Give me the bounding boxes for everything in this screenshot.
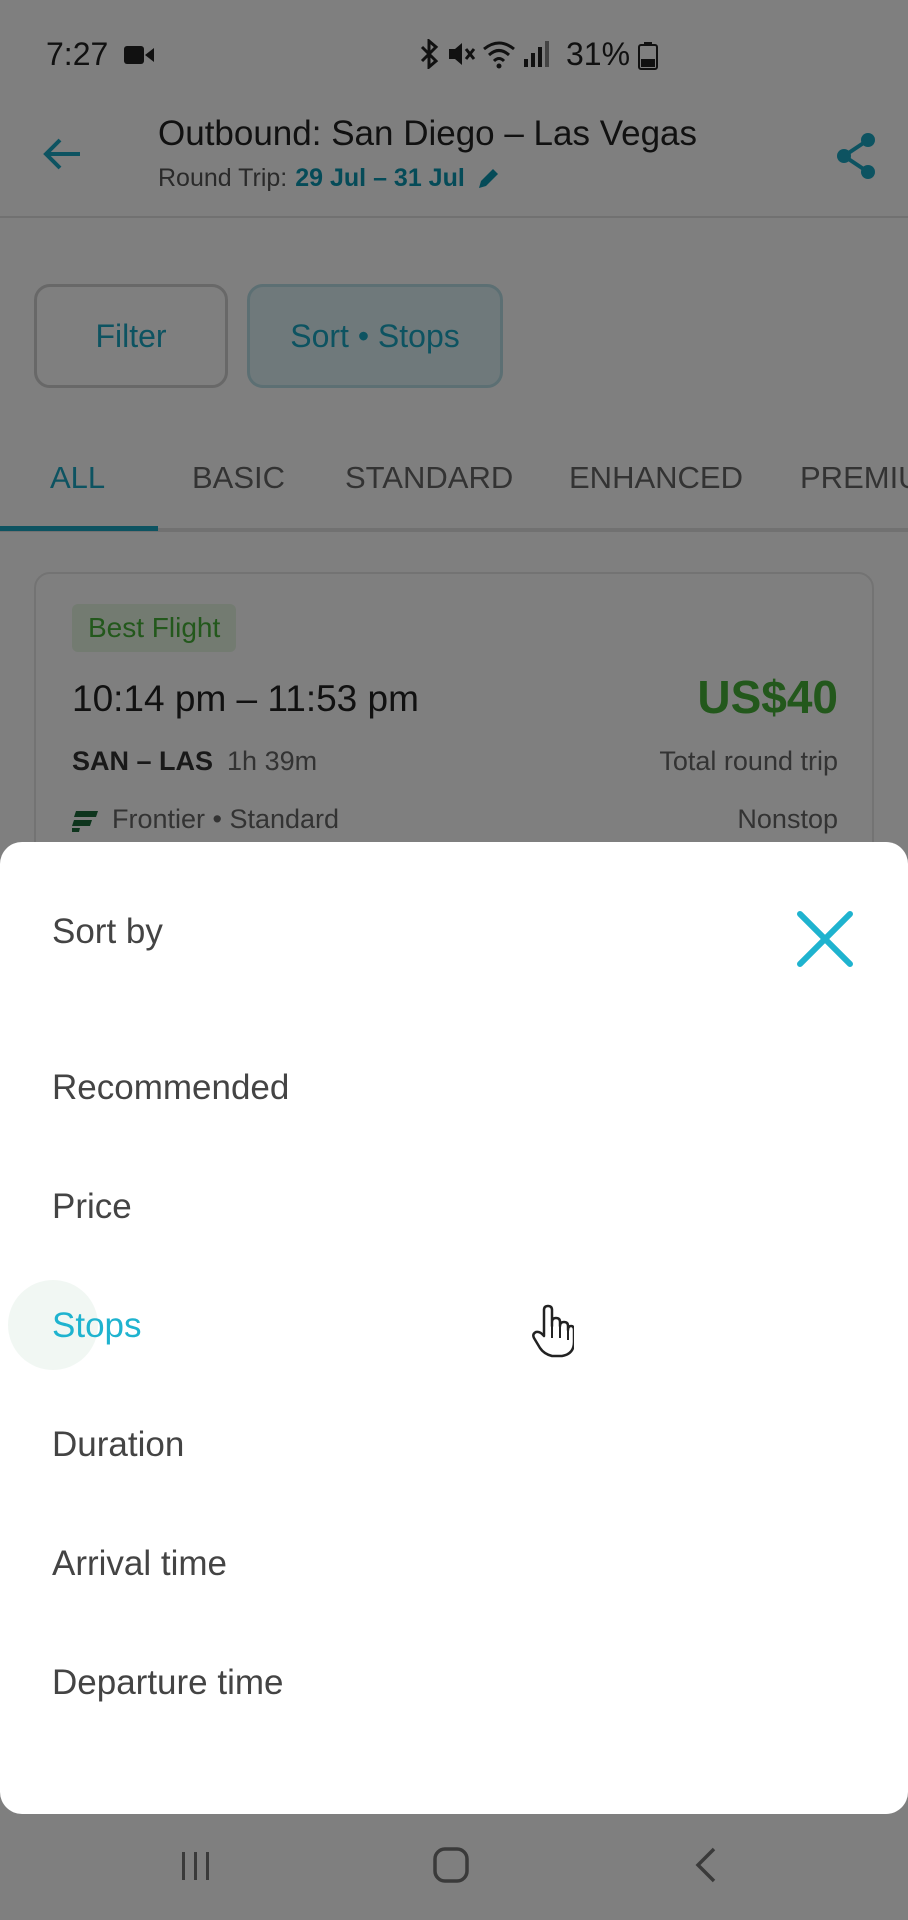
- sort-option-stops[interactable]: Stops: [52, 1306, 142, 1346]
- system-nav-bar: [0, 1814, 908, 1920]
- sort-option-departure-time[interactable]: Departure time: [52, 1663, 283, 1703]
- sort-option-price[interactable]: Price: [52, 1187, 132, 1227]
- sort-option-recommended[interactable]: Recommended: [52, 1068, 289, 1108]
- nav-back-icon[interactable]: [694, 1846, 718, 1884]
- home-icon[interactable]: [432, 1846, 470, 1884]
- flight-results-screen: 7:27: [0, 0, 908, 1920]
- close-icon[interactable]: [790, 904, 860, 974]
- hand-pointer-icon: [532, 1304, 574, 1358]
- recent-apps-icon[interactable]: [178, 1850, 214, 1882]
- sort-option-duration[interactable]: Duration: [52, 1425, 184, 1465]
- sort-option-arrival-time[interactable]: Arrival time: [52, 1544, 227, 1584]
- sort-bottom-sheet: Sort by Recommended Price Stops Duration…: [0, 842, 908, 1814]
- sheet-title: Sort by: [52, 912, 163, 951]
